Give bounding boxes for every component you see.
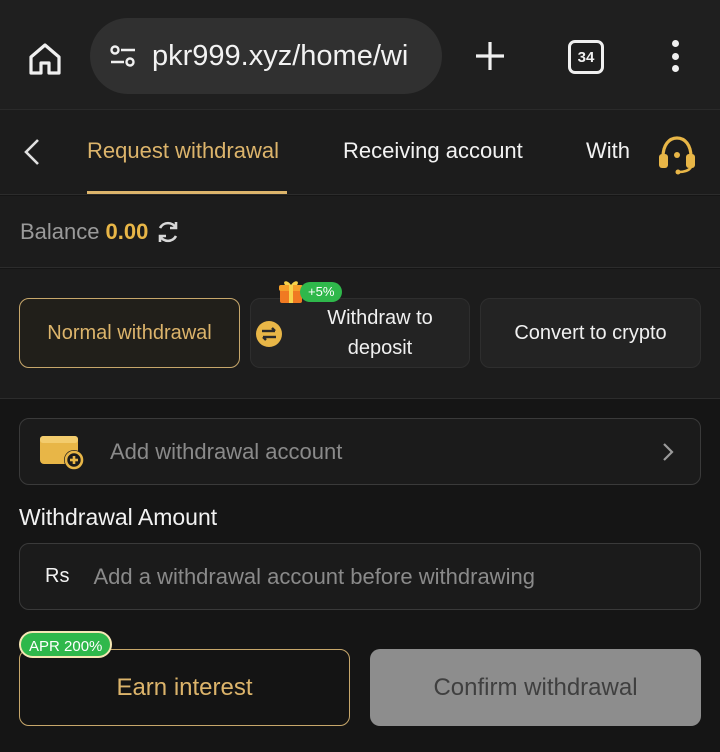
withdrawal-method-selector: Normal withdrawal Withdraw to deposit Con… <box>0 269 720 399</box>
chevron-right-icon <box>663 442 674 461</box>
add-withdrawal-account-row[interactable]: Add withdrawal account <box>19 418 701 485</box>
swap-icon <box>256 321 282 347</box>
browser-toolbar: pkr999.xyz/home/wi 34 <box>0 0 720 110</box>
confirm-withdrawal-button[interactable]: Confirm withdrawal <box>370 649 701 726</box>
tune-icon[interactable] <box>106 39 140 73</box>
currency-symbol: Rs <box>45 565 70 587</box>
withdraw-to-deposit-button[interactable]: Withdraw to deposit <box>250 298 470 368</box>
balance-label: Balance <box>20 218 100 244</box>
normal-withdrawal-button[interactable]: Normal withdrawal <box>19 298 240 368</box>
tab-count: 34 <box>577 48 595 66</box>
withdrawal-amount-input[interactable]: Rs Add a withdrawal account before withd… <box>19 543 701 610</box>
tab-withdrawal-records[interactable]: With <box>586 138 634 164</box>
withdraw-to-deposit-label: Withdraw to deposit <box>327 307 433 359</box>
tab-request-withdrawal[interactable]: Request withdrawal <box>87 138 279 164</box>
refresh-icon[interactable] <box>154 218 182 246</box>
withdraw-tab-bar: Request withdrawal Receiving account Wit… <box>0 110 720 195</box>
add-withdrawal-account-label: Add withdrawal account <box>110 438 343 464</box>
apr-badge: APR 200% <box>19 631 113 658</box>
earn-interest-label: Earn interest <box>116 673 253 701</box>
back-arrow-icon[interactable] <box>14 134 50 170</box>
withdrawal-amount-label: Withdrawal Amount <box>19 504 218 530</box>
headset-support-icon[interactable] <box>654 132 700 176</box>
home-icon[interactable] <box>22 36 68 82</box>
tabs-icon[interactable]: 34 <box>568 40 604 74</box>
normal-withdrawal-label: Normal withdrawal <box>47 322 212 344</box>
balance-value: 0.00 <box>105 218 149 244</box>
active-tab-indicator <box>87 191 287 194</box>
plus-icon[interactable] <box>468 34 512 78</box>
balance-row: Balance 0.00 <box>0 196 720 268</box>
address-bar[interactable]: pkr999.xyz/home/wi <box>90 18 442 94</box>
confirm-withdrawal-label: Confirm withdrawal <box>433 673 638 701</box>
url-text[interactable]: pkr999.xyz/home/wi <box>152 40 432 73</box>
more-vert-icon[interactable] <box>660 36 690 76</box>
convert-to-crypto-button[interactable]: Convert to crypto <box>480 298 701 368</box>
amount-placeholder: Add a withdrawal account before withdraw… <box>93 563 535 589</box>
convert-to-crypto-label: Convert to crypto <box>514 322 667 344</box>
tab-receiving-account[interactable]: Receiving account <box>343 138 523 164</box>
bonus-badge: +5% <box>300 282 343 302</box>
earn-interest-button[interactable]: Earn interest <box>19 649 350 726</box>
wallet-add-icon <box>40 435 84 470</box>
